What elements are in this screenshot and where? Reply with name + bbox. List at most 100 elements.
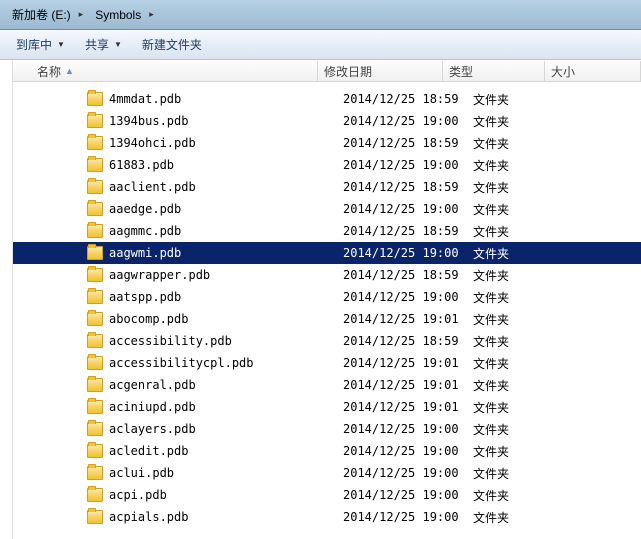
folder-icon (87, 268, 103, 282)
folder-icon (87, 158, 103, 172)
file-date-cell: 2014/12/25 19:00 (343, 510, 473, 524)
file-date-cell: 2014/12/25 19:01 (343, 356, 473, 370)
chevron-down-icon: ▼ (114, 40, 122, 49)
file-row[interactable]: aclayers.pdb 2014/12/25 19:00文件夹 (13, 418, 641, 440)
toolbar-newfolder-label: 新建文件夹 (142, 36, 202, 53)
file-row[interactable]: aaedge.pdb2014/12/25 19:00文件夹 (13, 198, 641, 220)
share-button[interactable]: 共享 ▼ (77, 33, 130, 56)
file-type-cell: 文件夹 (473, 267, 573, 284)
column-header-size[interactable]: 大小 (545, 61, 641, 81)
file-date-cell: 2014/12/25 18:59 (343, 334, 473, 348)
file-name-cell: aatspp.pdb (13, 290, 343, 304)
file-type-cell: 文件夹 (473, 421, 573, 438)
file-name-cell: aciniupd.pdb (13, 400, 343, 414)
file-date-cell: 2014/12/25 19:00 (343, 114, 473, 128)
file-name-label: aclui.pdb (109, 466, 174, 480)
folder-icon (87, 466, 103, 480)
file-row[interactable]: 4mmdat.pdb2014/12/25 18:59文件夹 (13, 88, 641, 110)
folder-icon (87, 180, 103, 194)
file-row[interactable]: acpials.pdb 2014/12/25 19:00文件夹 (13, 506, 641, 528)
file-row[interactable]: acpi.pdb2014/12/25 19:00文件夹 (13, 484, 641, 506)
file-name-cell: aaedge.pdb (13, 202, 343, 216)
file-date-cell: 2014/12/25 19:01 (343, 312, 473, 326)
file-row[interactable]: 1394bus.pdb2014/12/25 19:00文件夹 (13, 110, 641, 132)
folder-icon (87, 312, 103, 326)
file-name-cell: aagwrapper.pdb (13, 268, 343, 282)
file-name-cell: accessibilitycpl.pdb (13, 356, 343, 370)
file-row[interactable]: aciniupd.pdb2014/12/25 19:01文件夹 (13, 396, 641, 418)
toolbar-library-label: 到库中 (16, 36, 52, 53)
file-name-label: aatspp.pdb (109, 290, 181, 304)
file-type-cell: 文件夹 (473, 289, 573, 306)
chevron-right-icon[interactable]: ▸ (149, 9, 154, 20)
file-name-cell: acpials.pdb (13, 510, 343, 524)
file-row[interactable]: 1394ohci.pdb2014/12/25 18:59文件夹 (13, 132, 641, 154)
file-row[interactable]: aatspp.pdb 2014/12/25 19:00文件夹 (13, 286, 641, 308)
file-name-label: aaedge.pdb (109, 202, 181, 216)
file-row[interactable]: acgenral.pdb2014/12/25 19:01文件夹 (13, 374, 641, 396)
file-date-cell: 2014/12/25 19:00 (343, 290, 473, 304)
address-bar[interactable]: 新加卷 (E:) ▸ Symbols ▸ (0, 0, 641, 30)
file-list[interactable]: 4mmdat.pdb2014/12/25 18:59文件夹 1394bus.pdb… (13, 82, 641, 528)
file-name-label: acgenral.pdb (109, 378, 196, 392)
folder-icon (87, 378, 103, 392)
folder-icon (87, 290, 103, 304)
file-date-cell: 2014/12/25 19:00 (343, 246, 473, 260)
breadcrumb-folder[interactable]: Symbols ▸ (91, 6, 162, 24)
folder-icon (87, 246, 103, 260)
column-header-type[interactable]: 类型 (443, 61, 545, 81)
file-type-cell: 文件夹 (473, 377, 573, 394)
file-name-cell: aagwmi.pdb (13, 246, 343, 260)
file-type-cell: 文件夹 (473, 311, 573, 328)
toolbar: 到库中 ▼ 共享 ▼ 新建文件夹 (0, 30, 641, 60)
new-folder-button[interactable]: 新建文件夹 (134, 33, 210, 56)
file-name-cell: 61883.pdb (13, 158, 343, 172)
column-header-name[interactable]: 名称 ▲ (13, 61, 318, 81)
file-name-label: aclayers.pdb (109, 422, 196, 436)
file-type-cell: 文件夹 (473, 509, 573, 526)
file-row[interactable]: 61883.pdb2014/12/25 19:00文件夹 (13, 154, 641, 176)
file-row[interactable]: accessibilitycpl.pdb2014/12/25 19:01文件夹 (13, 352, 641, 374)
folder-icon (87, 422, 103, 436)
file-name-cell: abocomp.pdb (13, 312, 343, 326)
file-date-cell: 2014/12/25 19:00 (343, 158, 473, 172)
file-name-label: 61883.pdb (109, 158, 174, 172)
file-date-cell: 2014/12/25 18:59 (343, 268, 473, 282)
column-header-date[interactable]: 修改日期 (318, 61, 443, 81)
file-name-label: accessibilitycpl.pdb (109, 356, 254, 370)
folder-icon (87, 202, 103, 216)
content-area: 名称 ▲ 修改日期 类型 大小 4mmdat.pdb2014/12/25 18:… (0, 60, 641, 539)
file-name-label: acpials.pdb (109, 510, 188, 524)
file-type-cell: 文件夹 (473, 399, 573, 416)
breadcrumb-drive[interactable]: 新加卷 (E:) ▸ (8, 4, 91, 25)
breadcrumb-drive-label: 新加卷 (E:) (12, 6, 71, 23)
column-size-label: 大小 (551, 63, 575, 80)
file-name-cell: 1394bus.pdb (13, 114, 343, 128)
file-name-label: 1394bus.pdb (109, 114, 188, 128)
file-row[interactable]: aagmmc.pdb2014/12/25 18:59文件夹 (13, 220, 641, 242)
file-name-cell: aclayers.pdb (13, 422, 343, 436)
file-type-cell: 文件夹 (473, 135, 573, 152)
include-in-library-button[interactable]: 到库中 ▼ (8, 33, 73, 56)
file-name-cell: acpi.pdb (13, 488, 343, 502)
file-name-label: aagwmi.pdb (109, 246, 181, 260)
file-type-cell: 文件夹 (473, 245, 573, 262)
file-row[interactable]: abocomp.pdb2014/12/25 19:01文件夹 (13, 308, 641, 330)
file-row[interactable]: acledit.pdb2014/12/25 19:00文件夹 (13, 440, 641, 462)
nav-pane[interactable] (0, 60, 13, 539)
file-name-label: aaclient.pdb (109, 180, 196, 194)
toolbar-share-label: 共享 (85, 36, 109, 53)
file-date-cell: 2014/12/25 19:00 (343, 422, 473, 436)
folder-icon (87, 334, 103, 348)
file-row[interactable]: aaclient.pdb2014/12/25 18:59文件夹 (13, 176, 641, 198)
file-row[interactable]: accessibility.pdb2014/12/25 18:59文件夹 (13, 330, 641, 352)
file-row[interactable]: aclui.pdb2014/12/25 19:00文件夹 (13, 462, 641, 484)
file-row[interactable]: aagwmi.pdb 2014/12/25 19:00文件夹 (13, 242, 641, 264)
folder-icon (87, 488, 103, 502)
file-name-label: aagwrapper.pdb (109, 268, 210, 282)
breadcrumb-folder-label: Symbols (95, 8, 141, 22)
file-row[interactable]: aagwrapper.pdb 2014/12/25 18:59文件夹 (13, 264, 641, 286)
file-type-cell: 文件夹 (473, 465, 573, 482)
file-list-pane[interactable]: 名称 ▲ 修改日期 类型 大小 4mmdat.pdb2014/12/25 18:… (13, 60, 641, 539)
chevron-right-icon[interactable]: ▸ (79, 9, 84, 20)
